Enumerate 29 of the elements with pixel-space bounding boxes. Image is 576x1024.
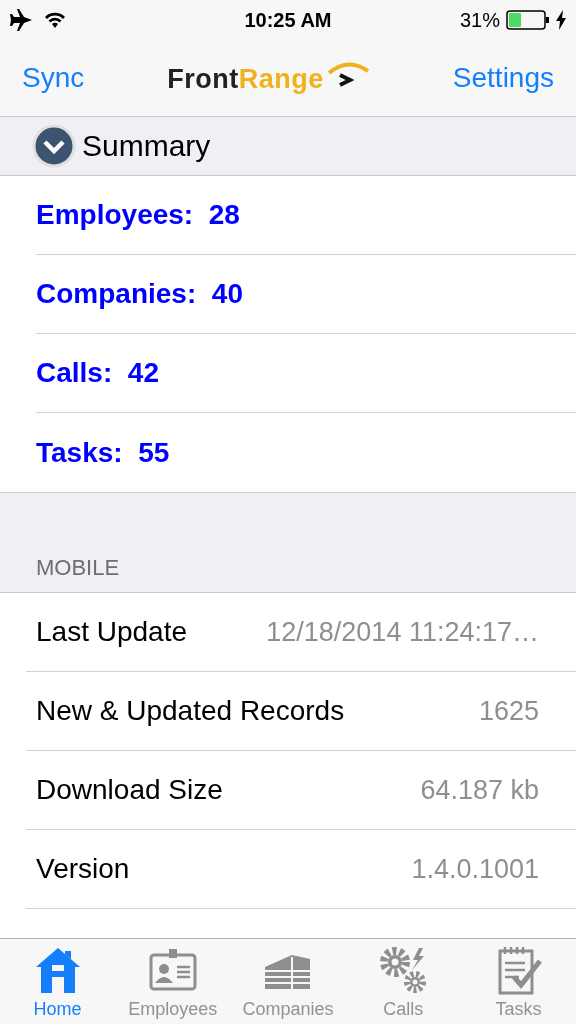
chevron-circle-icon[interactable] [32,124,76,168]
summary-count-link[interactable]: Calls: 42 [36,357,159,389]
info-label: Last Update [36,616,187,648]
logo-wordmark: FrontRange [167,64,324,95]
info-label: Download Size [36,774,223,806]
section-header: MOBILE [36,554,120,581]
sync-button[interactable]: Sync [22,62,85,94]
summary-count-link[interactable]: Companies: 40 [36,278,243,310]
tab-item[interactable]: Employees [115,939,231,1024]
charging-bolt-icon [556,10,566,30]
info-label: New & Updated Records [36,695,345,727]
summary-count-link[interactable]: Employees: 28 [36,199,240,231]
tab-item[interactable]: Companies [230,939,346,1024]
battery-icon [506,10,550,30]
summary-count-link[interactable]: Tasks: 55 [36,436,170,469]
section-title: Summary [82,129,211,163]
info-value: 64.187 kb [420,774,539,806]
settings-button[interactable]: Settings [452,62,554,94]
clock-time: 10:25 AM [244,8,332,32]
battery-percent: 31% [459,8,500,32]
info-value: 1625 [478,695,539,727]
tab-item[interactable]: Calls [345,939,461,1024]
info-label: Version [36,853,130,885]
airplane-icon [10,9,34,31]
tab-item[interactable]: Tasks [460,939,576,1024]
wifi-icon [44,11,66,29]
info-value: 1.4.0.1001 [411,853,539,885]
info-value: 12/18/2014 11:24:17… [266,616,539,648]
tab-item[interactable]: Home [0,939,116,1024]
